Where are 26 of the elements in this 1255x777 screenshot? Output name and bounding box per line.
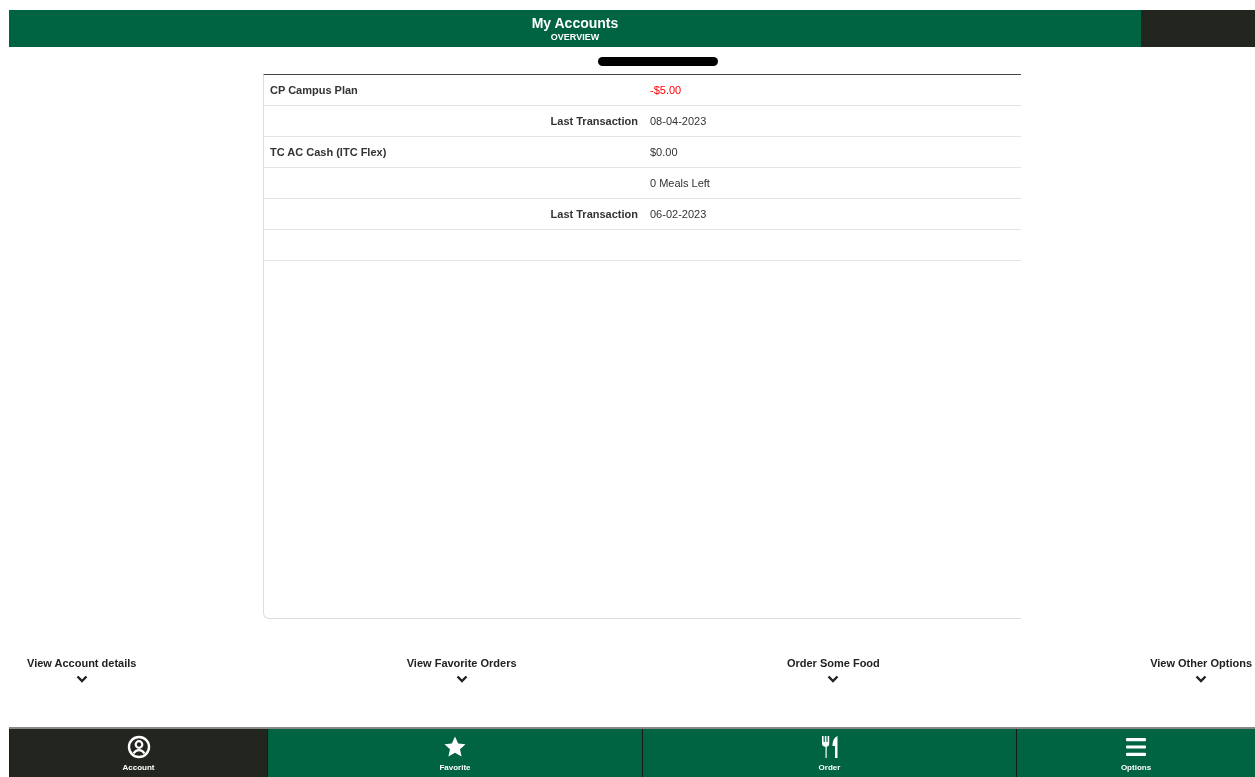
nav-tab[interactable]: Options — [1016, 729, 1255, 777]
detail-label: Last Transaction — [549, 208, 639, 220]
section-link[interactable]: View Other Options — [1150, 657, 1252, 687]
nav-tab[interactable]: Favorite — [267, 729, 642, 777]
detail-value: 0 Meals Left — [649, 177, 710, 189]
page-title: My Accounts — [531, 14, 619, 31]
section-link[interactable]: Order Some Food — [786, 657, 880, 687]
balance-value: -$5.00 — [649, 84, 682, 96]
menu-icon — [1124, 735, 1148, 759]
chevron-down-icon — [75, 675, 88, 683]
detail-label: Last Transaction — [549, 115, 639, 127]
detail-value: 08-04-2023 — [649, 115, 707, 127]
page-subtitle: OVERVIEW — [550, 31, 600, 43]
account-name: CP Campus Plan — [269, 84, 359, 96]
star-icon — [443, 735, 467, 759]
nav-tab[interactable]: Account — [9, 729, 267, 777]
nav-tab[interactable]: Order — [642, 729, 1016, 777]
detail-value: 06-02-2023 — [649, 208, 707, 220]
balance-value: $0.00 — [649, 146, 678, 158]
account-name: TC AC Cash (ITC Flex) — [269, 146, 388, 158]
chevron-down-icon — [455, 675, 468, 683]
chevron-down-icon — [1195, 675, 1208, 683]
section-link[interactable]: View Favorite Orders — [406, 657, 517, 687]
section-link[interactable]: View Account details — [27, 657, 137, 687]
user-icon — [126, 735, 151, 759]
chevron-down-icon — [827, 675, 840, 683]
